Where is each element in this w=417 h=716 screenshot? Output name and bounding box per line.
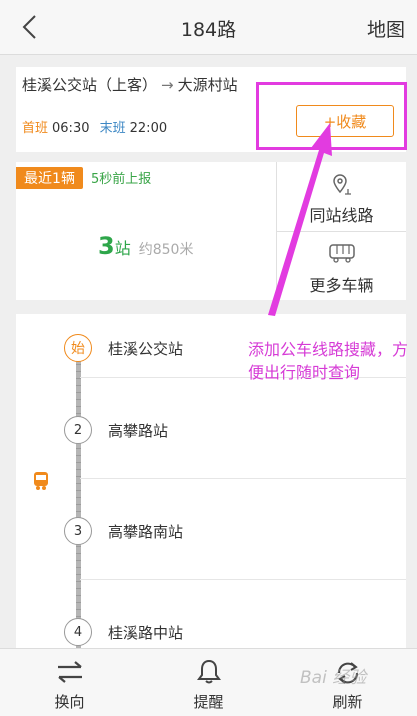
station-start-marker: 始 <box>64 334 92 362</box>
station-number-marker: 3 <box>64 517 92 545</box>
last-bus-time: 22:00 <box>129 121 168 136</box>
nearest-bus-badge: 最近1辆 <box>16 167 83 189</box>
reminder-label: 提醒 <box>193 693 224 711</box>
station-number-marker: 2 <box>64 416 92 444</box>
list-item[interactable]: 3 高攀路南站 <box>16 479 406 580</box>
page-title: 184路 <box>180 19 237 41</box>
route-from: 桂溪公交站（上客） <box>22 76 158 94</box>
route-direction: 桂溪公交站（上客） → 大源村站 <box>22 74 238 95</box>
watermark: Bai 经验 <box>300 668 367 688</box>
station-number-marker: 4 <box>64 618 92 646</box>
map-button[interactable]: 地图 <box>367 15 405 42</box>
first-bus-time: 06:30 <box>52 121 90 136</box>
station-name: 桂溪公交站 <box>108 340 184 358</box>
stations-count: 3 <box>98 232 115 260</box>
station-name: 桂溪路中站 <box>108 624 184 642</box>
bell-icon <box>196 659 221 684</box>
swap-label: 换向 <box>54 693 85 711</box>
station-name: 高攀路站 <box>108 422 169 440</box>
stations-unit: 站 <box>114 239 131 258</box>
stations-away: 3站 约850米 <box>98 232 193 260</box>
first-bus-label: 首班 <box>22 121 49 136</box>
same-stop-lines-button[interactable]: 同站线路 <box>277 162 406 231</box>
highlight-box <box>256 82 407 150</box>
route-arrow: → <box>161 76 174 94</box>
same-stop-lines-label: 同站线路 <box>309 206 374 225</box>
more-vehicles-label: 更多车辆 <box>309 276 374 295</box>
service-times: 首班 06:30 末班 22:00 <box>22 117 167 136</box>
refresh-label: 刷新 <box>332 693 363 711</box>
swap-direction-button[interactable]: 换向 <box>0 649 139 716</box>
reminder-button[interactable]: 提醒 <box>139 649 278 716</box>
location-pin-icon <box>332 174 351 195</box>
top-nav-bar: 184路 地图 <box>0 0 417 55</box>
bus-icon <box>328 244 355 263</box>
realtime-panel: 最近1辆 5秒前上报 3站 约850米 同站线路 更多车辆 <box>16 162 406 300</box>
last-bus-label: 末班 <box>99 121 126 136</box>
route-to: 大源村站 <box>177 76 238 94</box>
distance-text: 约850米 <box>138 242 194 258</box>
list-item[interactable]: 2 高攀路站 <box>16 378 406 479</box>
report-time: 5秒前上报 <box>91 172 152 187</box>
swap-icon <box>57 661 82 683</box>
more-vehicles-button[interactable]: 更多车辆 <box>277 232 406 301</box>
list-item[interactable]: 4 桂溪路中站 <box>16 580 406 648</box>
annotation-text: 添加公车线路搜藏，方便出行随时查询 <box>248 340 409 382</box>
station-name: 高攀路南站 <box>108 523 184 541</box>
